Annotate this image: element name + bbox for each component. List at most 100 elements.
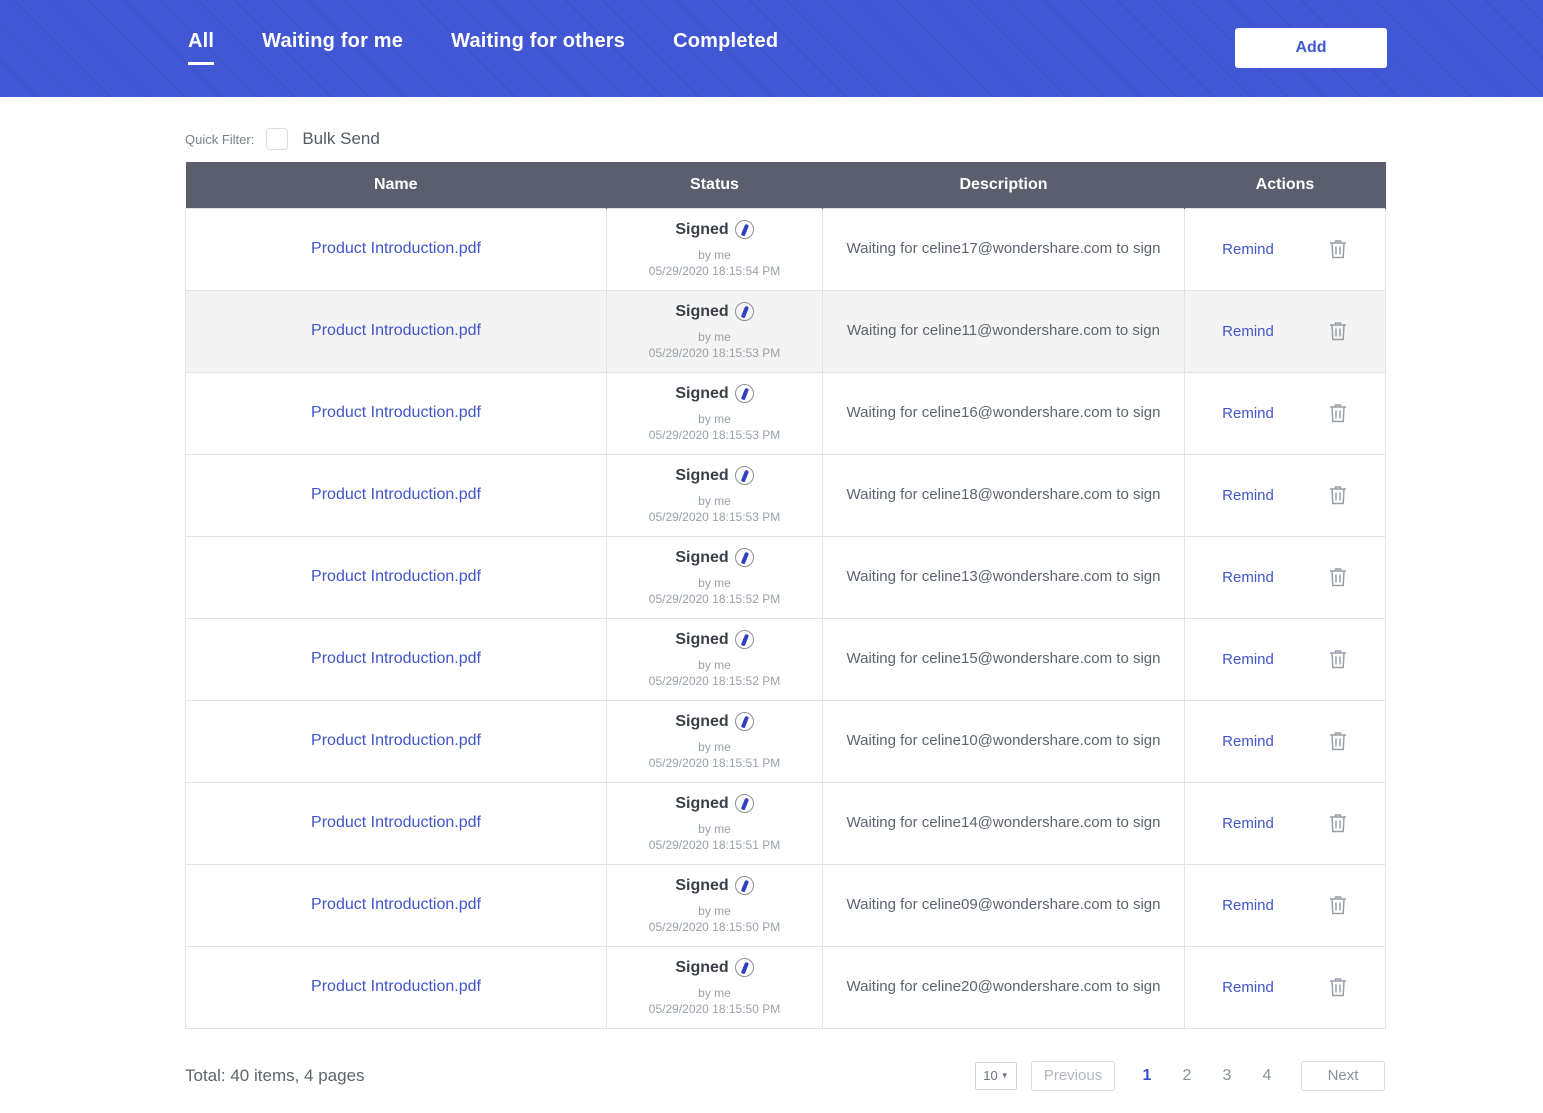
table-row[interactable]: Product Introduction.pdf Signed by me 05/29… bbox=[185, 453, 1386, 537]
cell-name: Product Introduction.pdf bbox=[185, 617, 607, 701]
delete-trash-icon[interactable] bbox=[1328, 894, 1348, 916]
cell-status: Signed by me 05/29/2020 18:15:53 PM bbox=[606, 371, 823, 455]
delete-trash-icon[interactable] bbox=[1328, 320, 1348, 342]
table-row[interactable]: Product Introduction.pdf Signed by me 05/29… bbox=[185, 617, 1386, 701]
signature-pen-icon[interactable] bbox=[734, 302, 754, 321]
status-label: Signed bbox=[675, 630, 729, 648]
cell-status: Signed by me 05/29/2020 18:15:52 PM bbox=[606, 535, 823, 619]
table-row[interactable]: Product Introduction.pdf Signed by me 05/29… bbox=[185, 371, 1386, 455]
previous-page-button[interactable]: Previous bbox=[1031, 1060, 1115, 1091]
delete-trash-icon[interactable] bbox=[1328, 402, 1348, 424]
bulk-send-label[interactable]: Bulk Send bbox=[302, 129, 380, 149]
column-header-name[interactable]: Name bbox=[185, 162, 607, 208]
remind-link[interactable]: Remind bbox=[1222, 241, 1274, 258]
column-header-status[interactable]: Status bbox=[606, 162, 823, 208]
table-footer: Total: 40 items, 4 pages 10 ▼ Previous 1… bbox=[185, 1060, 1385, 1091]
table-row[interactable]: Product Introduction.pdf Signed by me 05/29… bbox=[185, 207, 1386, 291]
total-items-text: Total: 40 items, 4 pages bbox=[185, 1065, 365, 1085]
remind-link[interactable]: Remind bbox=[1222, 323, 1274, 340]
page-number-1[interactable]: 1 bbox=[1127, 1067, 1167, 1085]
tab-waiting-for-me[interactable]: Waiting for me bbox=[262, 30, 403, 65]
document-link[interactable]: Product Introduction.pdf bbox=[311, 486, 481, 503]
cell-description: Waiting for celine20@wondershare.com to … bbox=[822, 945, 1185, 1029]
cell-name: Product Introduction.pdf bbox=[185, 863, 607, 947]
column-header-actions[interactable]: Actions bbox=[1184, 162, 1386, 208]
signature-pen-icon[interactable] bbox=[734, 220, 754, 239]
table-row[interactable]: Product Introduction.pdf Signed by me 05/29… bbox=[185, 535, 1386, 619]
status-author: by me bbox=[698, 740, 731, 754]
cell-name: Product Introduction.pdf bbox=[185, 289, 607, 373]
table-row[interactable]: Product Introduction.pdf Signed by me 05/29… bbox=[185, 945, 1386, 1029]
remind-link[interactable]: Remind bbox=[1222, 487, 1274, 504]
document-link[interactable]: Product Introduction.pdf bbox=[311, 240, 481, 257]
signature-pen-icon[interactable] bbox=[734, 630, 754, 649]
document-link[interactable]: Product Introduction.pdf bbox=[311, 568, 481, 585]
status-label: Signed bbox=[675, 220, 729, 238]
cell-name: Product Introduction.pdf bbox=[185, 207, 607, 291]
pagination: 10 ▼ Previous 1234 Next bbox=[975, 1060, 1385, 1091]
cell-description: Waiting for celine18@wondershare.com to … bbox=[822, 453, 1185, 537]
table-row[interactable]: Product Introduction.pdf Signed by me 05/29… bbox=[185, 699, 1386, 783]
page-number-3[interactable]: 3 bbox=[1207, 1067, 1247, 1085]
cell-actions: Remind bbox=[1184, 617, 1386, 701]
remind-link[interactable]: Remind bbox=[1222, 897, 1274, 914]
document-link[interactable]: Product Introduction.pdf bbox=[311, 404, 481, 421]
next-page-button[interactable]: Next bbox=[1301, 1060, 1385, 1091]
tab-waiting-for-others[interactable]: Waiting for others bbox=[451, 30, 625, 65]
table-row[interactable]: Product Introduction.pdf Signed by me 05/29… bbox=[185, 289, 1386, 373]
cell-description: Waiting for celine17@wondershare.com to … bbox=[822, 207, 1185, 291]
remind-link[interactable]: Remind bbox=[1222, 651, 1274, 668]
signature-pen-icon[interactable] bbox=[734, 712, 754, 731]
document-link[interactable]: Product Introduction.pdf bbox=[311, 322, 481, 339]
document-link[interactable]: Product Introduction.pdf bbox=[311, 732, 481, 749]
status-author: by me bbox=[698, 248, 731, 262]
delete-trash-icon[interactable] bbox=[1328, 730, 1348, 752]
table-row[interactable]: Product Introduction.pdf Signed by me 05/29… bbox=[185, 863, 1386, 947]
signature-pen-icon[interactable] bbox=[734, 958, 754, 977]
status-timestamp: 05/29/2020 18:15:52 PM bbox=[648, 674, 781, 688]
tab-completed[interactable]: Completed bbox=[673, 30, 778, 65]
chevron-down-icon: ▼ bbox=[1000, 1071, 1009, 1080]
page-size-select[interactable]: 10 ▼ bbox=[975, 1061, 1017, 1090]
status-badge: Signed bbox=[615, 794, 814, 813]
document-link[interactable]: Product Introduction.pdf bbox=[311, 650, 481, 667]
document-link[interactable]: Product Introduction.pdf bbox=[311, 896, 481, 913]
document-link[interactable]: Product Introduction.pdf bbox=[311, 814, 481, 831]
status-label: Signed bbox=[675, 384, 729, 402]
remind-link[interactable]: Remind bbox=[1222, 979, 1274, 996]
status-author: by me bbox=[698, 576, 731, 590]
delete-trash-icon[interactable] bbox=[1328, 648, 1348, 670]
cell-status: Signed by me 05/29/2020 18:15:51 PM bbox=[606, 699, 823, 783]
status-timestamp: 05/29/2020 18:15:53 PM bbox=[648, 510, 781, 524]
status-badge: Signed bbox=[615, 876, 814, 895]
description-text: Waiting for celine17@wondershare.com to … bbox=[846, 240, 1161, 258]
status-author: by me bbox=[698, 822, 731, 836]
document-link[interactable]: Product Introduction.pdf bbox=[311, 978, 481, 995]
signature-pen-icon[interactable] bbox=[734, 548, 754, 567]
signature-pen-icon[interactable] bbox=[734, 466, 754, 485]
page-number-4[interactable]: 4 bbox=[1247, 1067, 1287, 1085]
delete-trash-icon[interactable] bbox=[1328, 238, 1348, 260]
table-row[interactable]: Product Introduction.pdf Signed by me 05/29… bbox=[185, 781, 1386, 865]
page-number-2[interactable]: 2 bbox=[1167, 1067, 1207, 1085]
delete-trash-icon[interactable] bbox=[1328, 484, 1348, 506]
signature-pen-icon[interactable] bbox=[734, 794, 754, 813]
remind-link[interactable]: Remind bbox=[1222, 405, 1274, 422]
column-header-description[interactable]: Description bbox=[822, 162, 1185, 208]
bulk-send-checkbox[interactable] bbox=[266, 128, 289, 150]
delete-trash-icon[interactable] bbox=[1328, 566, 1348, 588]
delete-trash-icon[interactable] bbox=[1328, 976, 1348, 998]
signature-pen-icon[interactable] bbox=[734, 876, 754, 895]
delete-trash-icon[interactable] bbox=[1328, 812, 1348, 834]
cell-status: Signed by me 05/29/2020 18:15:54 PM bbox=[606, 207, 823, 291]
add-button[interactable]: Add bbox=[1235, 28, 1387, 68]
status-label: Signed bbox=[675, 548, 729, 566]
description-text: Waiting for celine16@wondershare.com to … bbox=[846, 404, 1161, 422]
actions-group: Remind bbox=[1193, 402, 1377, 424]
signature-pen-icon[interactable] bbox=[734, 384, 754, 403]
remind-link[interactable]: Remind bbox=[1222, 815, 1274, 832]
tab-all[interactable]: All bbox=[188, 30, 215, 65]
status-timestamp: 05/29/2020 18:15:53 PM bbox=[648, 346, 781, 360]
remind-link[interactable]: Remind bbox=[1222, 733, 1274, 750]
remind-link[interactable]: Remind bbox=[1222, 569, 1274, 586]
